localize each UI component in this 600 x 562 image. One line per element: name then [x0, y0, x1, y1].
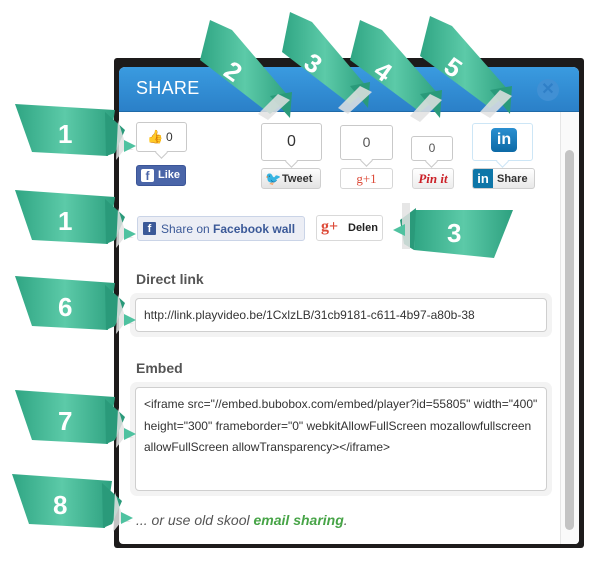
callout-number: 3: [447, 218, 461, 248]
callout-ribbon-1b: 1: [15, 190, 136, 248]
callout-number: 1: [58, 119, 72, 149]
callout-ribbon-1a: 1: [15, 104, 136, 160]
callout-ribbon-2: 2: [200, 20, 292, 120]
callout-number: 6: [58, 292, 72, 322]
callout-ribbon-7: 7: [15, 390, 136, 448]
callout-number: 7: [58, 406, 72, 436]
callout-number: 8: [53, 490, 67, 520]
callout-ribbons: 1 1 6 7 8 3 2 3 4 5: [12, 12, 513, 532]
callout-number: 1: [58, 206, 72, 236]
callout-ribbon-3b: 3: [393, 203, 513, 258]
callout-ribbon-8: 8: [12, 474, 133, 532]
callout-ribbon-6: 6: [15, 276, 136, 334]
